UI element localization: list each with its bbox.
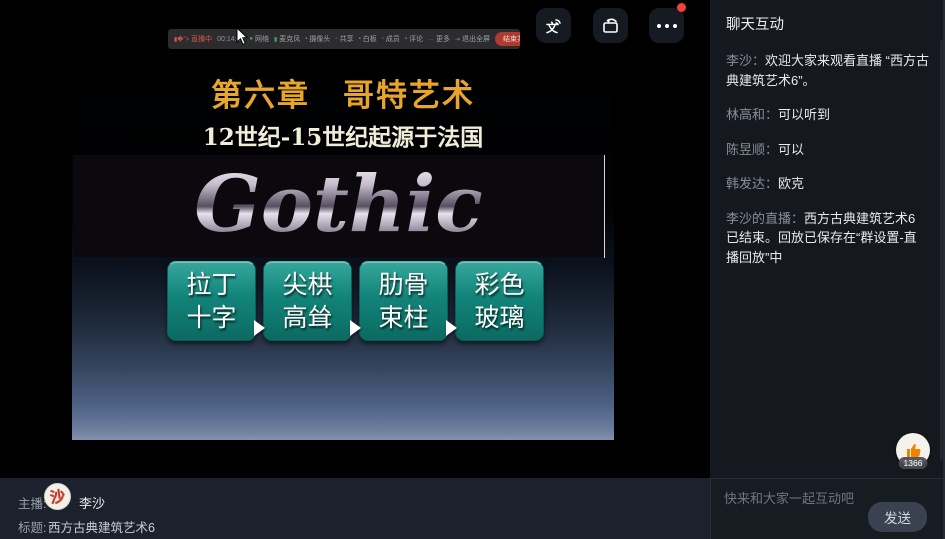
more-icon: … <box>428 36 434 42</box>
caption-translate-icon: 文 <box>543 15 565 37</box>
chat-panel-title: 聊天互动 <box>710 0 943 34</box>
chat-scrollbar[interactable] <box>940 40 943 460</box>
like-count-badge: 1366 <box>899 457 928 469</box>
slide-chapter-title: 第六章 哥特艺术 <box>72 70 614 115</box>
notification-dot <box>677 3 686 12</box>
video-stage: 第六章 哥特艺术 12世纪-15世纪起源于法国 <box>0 0 710 478</box>
share-screen-icon: ▫ <box>335 36 337 42</box>
svg-text:文: 文 <box>546 20 559 35</box>
chat-message: 林高和：可以听到 <box>726 105 929 125</box>
chat-panel: 聊天互动 李沙：欢迎大家来观看直播 “西方古典建筑艺术6”。 林高和：可以听到 … <box>710 0 945 539</box>
end-share-button[interactable]: 结束共享 <box>495 32 520 46</box>
rotate-screen-button[interactable] <box>593 8 628 43</box>
stream-title-label: 标题: <box>18 517 46 536</box>
slide-subtitle: 12世纪-15世纪起源于法国 <box>72 118 614 152</box>
toolbar-item-whiteboard[interactable]: ▪ 白板 <box>359 34 377 44</box>
live-stream-window: 第六章 哥特艺术 12世纪-15世纪起源于法国 <box>0 0 945 539</box>
host-label: 主播: <box>18 493 46 512</box>
seal-stamp-icon: 沙 <box>49 485 67 508</box>
toolbar-item-exit-fullscreen[interactable]: ⇥ 退出全屏 <box>455 34 490 44</box>
flow-box-rib-vault: 肋骨 束柱 <box>359 261 448 341</box>
flow-arrow-icon <box>350 320 361 336</box>
more-options-button[interactable] <box>649 8 684 43</box>
live-signal-icon: ▮�">‌ <box>174 36 189 43</box>
network-status-icon: ● <box>249 36 253 42</box>
gothic-banner-image: Gothic <box>73 155 604 257</box>
stream-title: 西方古典建筑艺术6 <box>48 517 155 536</box>
screen-artifact-line <box>604 155 605 258</box>
mouse-cursor <box>236 28 249 46</box>
svg-text:Gothic: Gothic <box>194 159 483 250</box>
microphone-icon: ▮ <box>274 36 277 43</box>
toolbar-item-camera[interactable]: ▪ 摄像头 <box>305 34 330 44</box>
chat-message: 韩发达：欧克 <box>726 174 929 194</box>
host-avatar: 沙 <box>44 483 71 510</box>
toolbar-item-mic[interactable]: ▮ 麦克风 <box>274 34 300 44</box>
chat-message: 陈昱顺：可以 <box>726 140 929 160</box>
chat-input[interactable] <box>724 487 874 509</box>
like-button[interactable]: 1366 <box>896 433 930 468</box>
live-status-badge: ▮�">‌ 直播中 <box>174 34 212 44</box>
chat-system-message: 李沙的直播：西方古典建筑艺术6 已结束。回放已保存在“群设置-直播回放”中 <box>726 209 929 268</box>
toolbar-item-members[interactable]: ▫ 成员 <box>382 34 400 44</box>
video-column: 第六章 哥特艺术 12世纪-15世纪起源于法国 <box>0 0 710 539</box>
comments-icon: ▪ <box>405 36 407 42</box>
flow-arrow-icon <box>254 320 265 336</box>
camera-icon: ▪ <box>305 36 307 42</box>
members-icon: ▫ <box>382 36 384 42</box>
toolbar-item-comments[interactable]: ▪ 评论 <box>405 34 423 44</box>
stream-info-bar: 主播: 沙 李沙 标题: 西方古典建筑艺术6 <box>0 478 710 539</box>
gothic-word-art: Gothic <box>73 155 604 257</box>
toolbar-item-share[interactable]: ▫ 共享 <box>335 34 353 44</box>
flow-arrow-icon <box>446 320 457 336</box>
rotate-screen-icon <box>600 15 622 37</box>
more-icon <box>655 24 679 28</box>
flow-box-stained-glass: 彩色 玻璃 <box>455 261 544 341</box>
host-name: 李沙 <box>79 493 105 512</box>
toolbar-item-network[interactable]: ● 网络 <box>249 34 269 44</box>
presentation-slide: 第六章 哥特艺术 12世纪-15世纪起源于法国 <box>72 40 614 440</box>
captions-translate-button[interactable]: 文 <box>536 8 571 43</box>
flow-diagram: 拉丁 十字 尖栱 高耸 肋骨 束柱 彩色 玻璃 <box>167 261 544 341</box>
exit-fullscreen-icon: ⇥ <box>455 36 460 43</box>
screen-share-toolbar: ▮�">‌ 直播中 00:14:10 ● 网络 ▮ 麦克风 ▪ 摄像头 ▫ 共享 <box>168 29 520 49</box>
send-button[interactable]: 发送 <box>868 502 927 532</box>
whiteboard-icon: ▪ <box>359 36 361 42</box>
toolbar-item-more[interactable]: … 更多 <box>428 34 450 44</box>
chat-message-list: 李沙：欢迎大家来观看直播 “西方古典建筑艺术6”。 林高和：可以听到 陈昱顺：可… <box>710 51 943 267</box>
chat-body: 聊天互动 李沙：欢迎大家来观看直播 “西方古典建筑艺术6”。 林高和：可以听到 … <box>710 0 943 478</box>
chat-input-area: 发送 <box>710 478 943 539</box>
flow-box-latin-cross: 拉丁 十字 <box>167 261 256 341</box>
chat-message: 李沙：欢迎大家来观看直播 “西方古典建筑艺术6”。 <box>726 51 929 90</box>
flow-box-pointed-arch: 尖栱 高耸 <box>263 261 352 341</box>
